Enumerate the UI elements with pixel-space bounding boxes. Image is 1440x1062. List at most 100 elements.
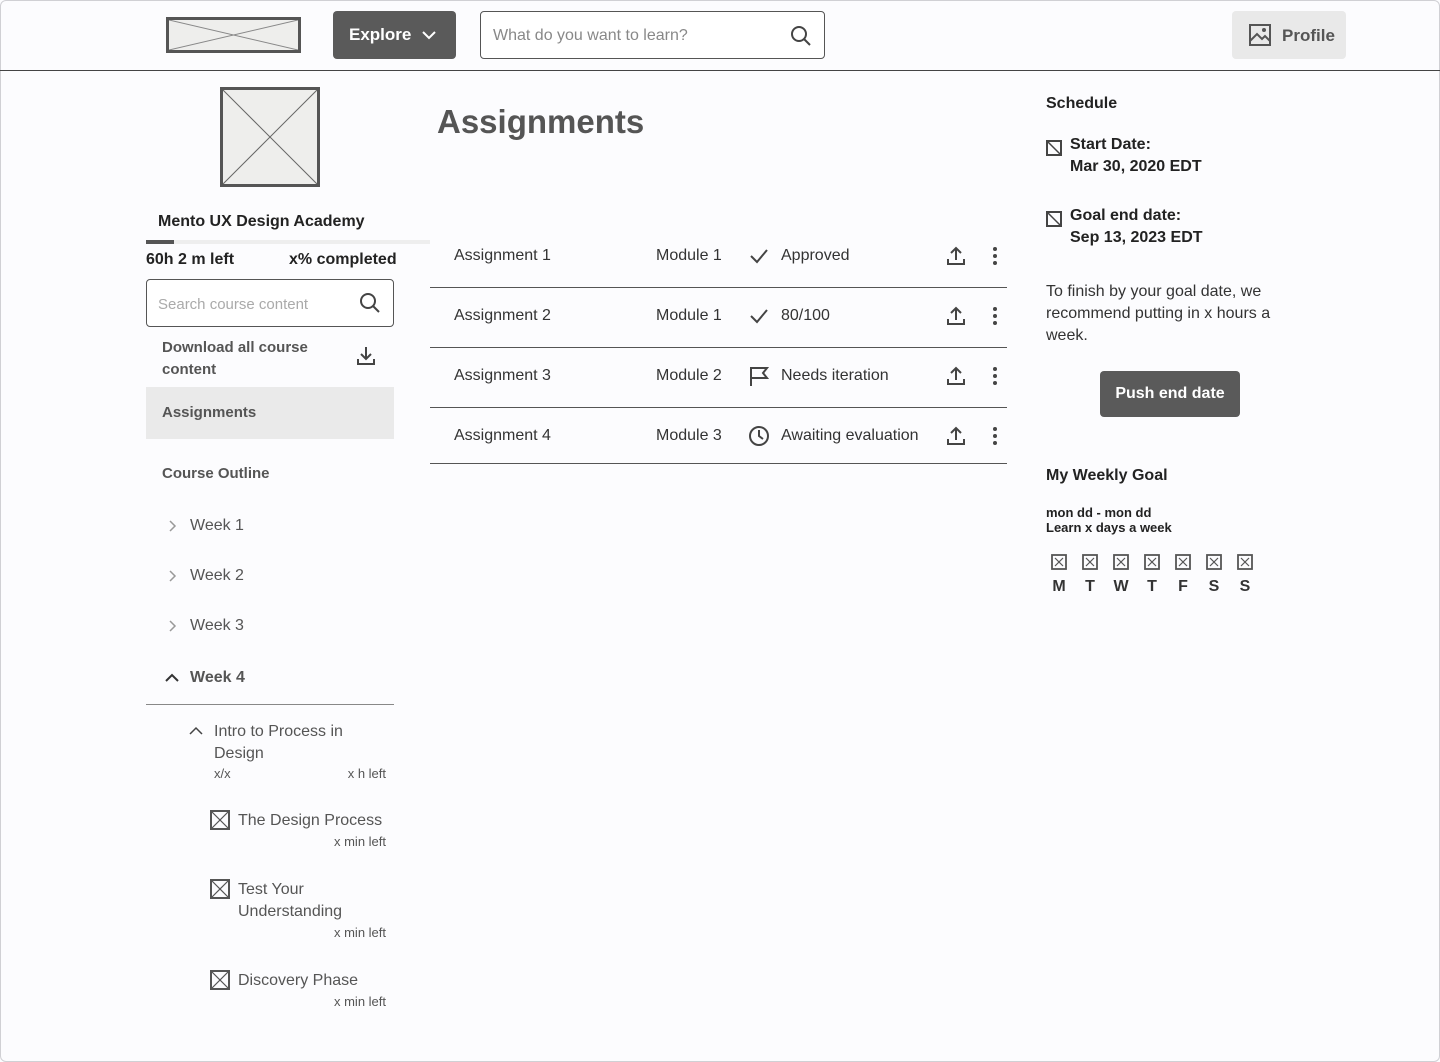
sidebar-item-label: Assignments [162,404,257,421]
table-row[interactable]: Assignment 3 Module 2 Needs iteration [430,348,1007,408]
assignment-status: Needs iteration [781,367,889,384]
top-search-field[interactable] [480,11,825,59]
course-title: Mento UX Design Academy [158,213,365,230]
assignments-table: Assignment 1 Module 1 Approved Assignmen… [430,228,1007,464]
goal-date-label: Goal end date: [1070,207,1182,224]
upload-icon[interactable] [945,365,967,387]
week-label: Week 2 [190,567,244,584]
more-vertical-icon[interactable] [984,245,1006,267]
day-checkbox-icon[interactable] [1175,554,1191,570]
weekly-goal-range: mon dd - mon dd [1046,505,1152,520]
week-4-item[interactable]: Week 4 [160,663,394,693]
assignment-name: Assignment 3 [454,367,551,384]
day-checkbox-icon[interactable] [1051,554,1067,570]
day-checkbox-icon[interactable] [1206,554,1222,570]
lesson-intro-to-process[interactable]: Intro to Process in Design x/x x h left [186,719,394,783]
flag-icon [750,367,770,386]
schedule-heading: Schedule [1046,95,1118,112]
week-3-item[interactable]: Week 3 [160,611,394,641]
day-checkbox-icon[interactable] [1237,554,1253,570]
week-1-item[interactable]: Week 1 [160,511,394,541]
course-progress-bar [146,240,430,244]
top-header: Explore Profile [0,0,1440,71]
goal-date-value: Sep 13, 2023 EDT [1070,229,1203,246]
assignment-name: Assignment 2 [454,307,551,324]
sub-item-design-process[interactable]: The Design Process x min left [208,808,394,854]
sub-item-title: The Design Process [238,812,383,829]
page-title: Assignments [437,103,645,140]
sub-item-title: Discovery Phase [238,972,359,989]
week-label: Week 4 [190,669,245,686]
weekly-goal-heading: My Weekly Goal [1046,467,1168,484]
sub-item-time: x min left [333,994,386,1009]
content-placeholder-icon [210,879,230,899]
sub-item-time: x min left [333,834,386,849]
day-checkbox-icon[interactable] [1144,554,1160,570]
course-search-input[interactable] [158,293,358,315]
search-icon[interactable] [790,25,812,47]
assignment-status: Awaiting evaluation [781,427,919,444]
day-checkbox-icon[interactable] [1082,554,1098,570]
check-icon [750,309,768,324]
day-label: M [1052,578,1066,595]
day-label: T [1147,578,1157,595]
chevron-right-icon [169,520,177,532]
sub-item-test-understanding[interactable]: Test Your Understanding x min left [208,877,394,945]
chevron-up-icon [189,726,203,735]
start-date-label: Start Date: [1070,136,1151,153]
profile-button[interactable]: Profile [1232,11,1346,59]
sub-item-discovery-phase[interactable]: Discovery Phase x min left [208,968,394,1014]
time-left: 60h 2 m left [146,251,235,268]
lesson-time-left: x h left [347,766,386,781]
course-progress-fill [146,240,175,244]
sub-item-title: Test Your Understanding [238,881,343,920]
week-label: Week 1 [190,517,244,534]
top-search-input[interactable] [493,24,783,48]
content-placeholder-icon [210,970,230,990]
more-vertical-icon[interactable] [984,305,1006,327]
recommendation-text: To finish by your goal date, we recommen… [1046,283,1271,344]
course-search-field[interactable] [146,279,394,327]
assignment-module: Module 2 [656,367,722,384]
day-label: S [1208,578,1220,595]
week-label: Week 3 [190,617,244,634]
table-row[interactable]: Assignment 4 Module 3 Awaiting evaluatio… [430,408,1007,464]
course-image-placeholder [220,87,320,187]
chevron-up-icon [165,673,179,682]
day-checkbox-icon[interactable] [1113,554,1129,570]
calendar-icon [1046,211,1062,227]
day-label: T [1085,578,1095,595]
upload-icon[interactable] [945,245,967,267]
upload-icon[interactable] [945,305,967,327]
profile-label: Profile [1282,26,1335,45]
upload-icon[interactable] [945,425,967,447]
day-label: F [1178,578,1188,595]
day-label: W [1113,578,1129,595]
download-all-label: Download all course content [162,339,308,378]
explore-label: Explore [349,25,412,44]
download-icon [357,347,375,365]
chevron-down-icon [422,31,436,40]
logo-placeholder[interactable] [166,17,301,53]
search-icon[interactable] [359,292,381,314]
day-label: S [1239,578,1251,595]
assignment-name: Assignment 4 [454,427,551,444]
more-vertical-icon[interactable] [984,425,1006,447]
lesson-title: Intro to Process in Design [214,723,343,762]
assignment-module: Module 3 [656,427,722,444]
clock-icon [749,426,769,446]
week-2-item[interactable]: Week 2 [160,561,394,591]
completed-percent: x% completed [289,251,397,268]
push-end-date-button[interactable]: Push end date [1100,371,1240,417]
sub-item-time: x min left [333,925,386,940]
sidebar-item-assignments[interactable]: Assignments [146,387,394,439]
table-row[interactable]: Assignment 1 Module 1 Approved [430,228,1007,288]
table-row[interactable]: Assignment 2 Module 1 80/100 [430,288,1007,348]
week-divider [146,704,394,705]
image-icon [1249,24,1271,46]
explore-button[interactable]: Explore [333,11,456,59]
content-placeholder-icon [210,810,230,830]
download-all-button[interactable]: Download all course content [146,335,394,383]
more-vertical-icon[interactable] [984,365,1006,387]
chevron-right-icon [169,620,177,632]
